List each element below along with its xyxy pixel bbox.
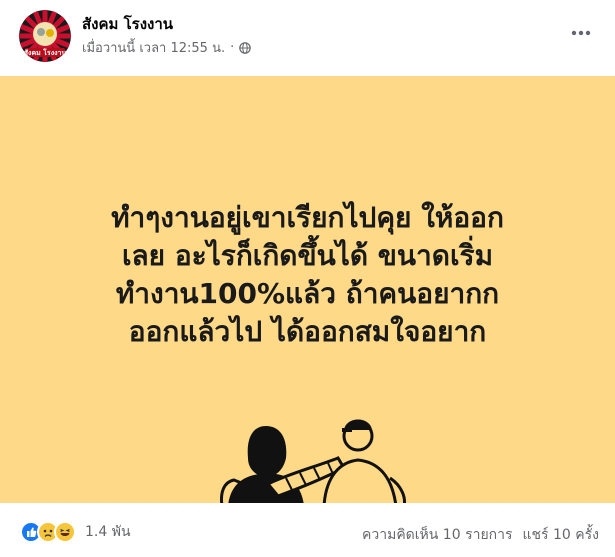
- shares-count-link[interactable]: แชร์ 10 ครั้ง: [523, 524, 599, 546]
- post-header: สังคม โรงงาน สังคม โรงงาน เมื่อวานนี้ เว…: [0, 0, 615, 76]
- reactions-summary[interactable]: 1.4 พัน: [20, 521, 131, 543]
- post-card: สังคม โรงงาน สังคม โรงงาน เมื่อวานนี้ เว…: [0, 0, 615, 557]
- more-horizontal-icon[interactable]: [567, 22, 595, 44]
- post-footer: 1.4 พัน ความคิดเห็น 10 รายการ แชร์ 10 คร…: [0, 503, 615, 557]
- engagement-stats: ความคิดเห็น 10 รายการ แชร์ 10 ครั้ง: [362, 524, 599, 546]
- post-meta: เมื่อวานนี้ เวลา 12:55 น. ·: [82, 37, 252, 58]
- two-people-illustration: [208, 406, 418, 503]
- reaction-icons: [20, 521, 76, 543]
- comments-count-link[interactable]: ความคิดเห็น 10 รายการ: [362, 524, 513, 546]
- avatar-logo-text: สังคม โรงงาน: [24, 48, 67, 57]
- page-name-link[interactable]: สังคม โรงงาน: [82, 12, 173, 36]
- post-image[interactable]: ทำๆงานอยู่เขาเรียกไปคุย ให้ออก เลย อะไรก…: [0, 76, 615, 503]
- reaction-count: 1.4 พัน: [85, 524, 131, 540]
- post-timestamp[interactable]: เมื่อวานนี้ เวลา 12:55 น.: [82, 37, 225, 58]
- meta-separator: ·: [230, 40, 235, 55]
- globe-icon[interactable]: [239, 41, 252, 54]
- haha-icon: [54, 521, 76, 543]
- avatar[interactable]: สังคม โรงงาน: [19, 10, 71, 62]
- quote-text: ทำๆงานอยู่เขาเรียกไปคุย ให้ออก เลย อะไรก…: [0, 199, 615, 351]
- page-logo: สังคม โรงงาน: [19, 10, 71, 62]
- stats-spacer: [513, 524, 523, 546]
- quote-line: ออกแล้วไป ได้ออกสมใจอยาก: [128, 315, 487, 348]
- quote-line: ทำงาน100%แล้ว ถ้าคนอยากก: [115, 277, 500, 310]
- quote-line: เลย อะไรก็เกิดขึ้นได้ ขนาดเริ่ม: [121, 239, 494, 272]
- quote-line: ทำๆงานอยู่เขาเรียกไปคุย ให้ออก: [111, 201, 504, 234]
